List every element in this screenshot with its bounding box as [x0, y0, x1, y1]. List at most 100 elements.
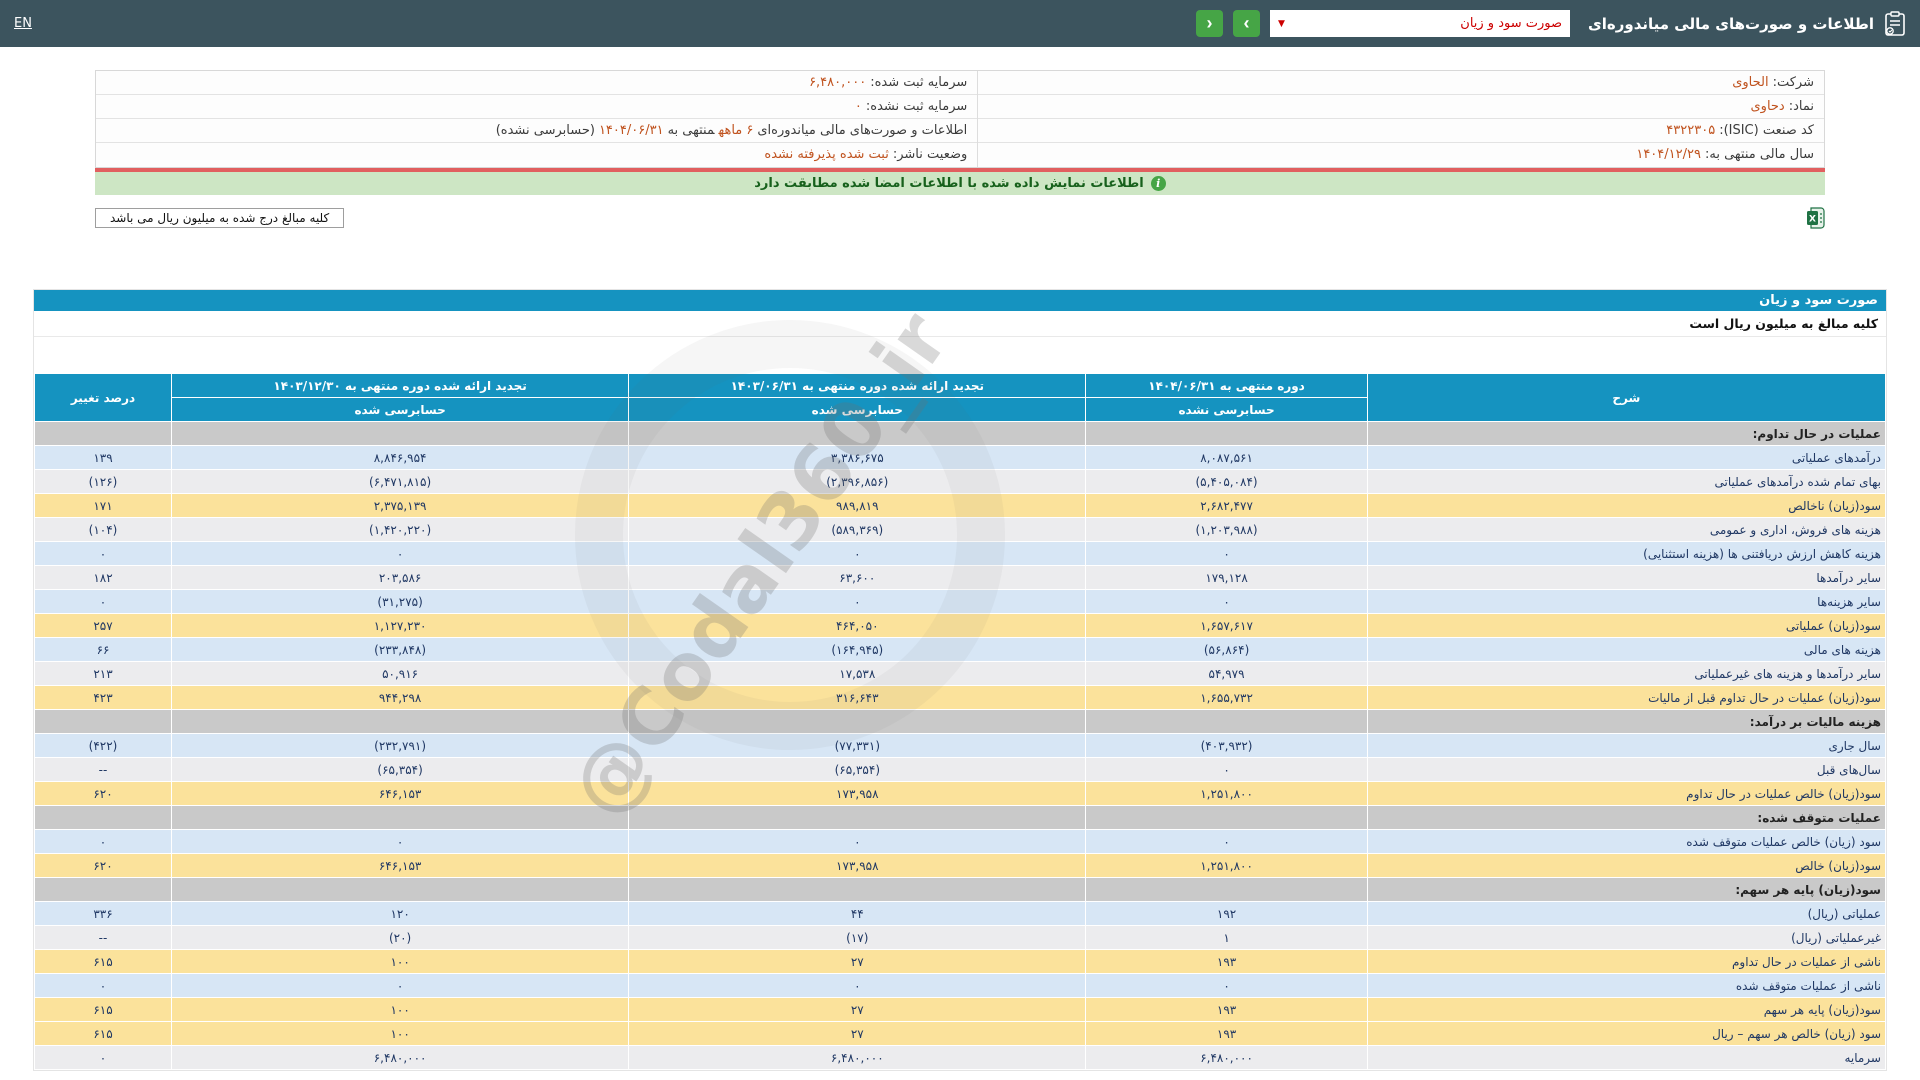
table-row: ناشی از عملیات در حال تداوم ۱۹۳ ۲۷ ۱۰۰ ۶۱۵	[33, 949, 1887, 974]
value-cell: ۱۹۳	[1085, 1021, 1368, 1046]
row-description-cell: هزینه کاهش ارزش دریافتنی ها (هزینه استثن…	[1366, 541, 1887, 566]
column-header-change-percent: درصد تغییر	[33, 373, 173, 422]
income-statement-panel: صورت سود و زیان کلیه مبالغ به میلیون ریا…	[33, 289, 1887, 1071]
amounts-unit-note: کلیه مبالغ درج شده به میلیون ریال می باش…	[95, 208, 345, 228]
value-cell: ۴۶۴,۰۵۰	[628, 613, 1087, 638]
value-cell: (۲۳۳,۸۴۸)	[171, 637, 630, 662]
value-cell: ۲۷	[628, 949, 1087, 974]
language-toggle-en[interactable]: EN	[14, 16, 32, 31]
value-cell: ۶۱۵	[33, 1021, 173, 1046]
value-cell	[1085, 421, 1368, 446]
company-info-section: شرکت:الحاوی نماد:دحاوی کد صنعت (ISIC):۴۳۲۲…	[95, 70, 1825, 229]
table-gap	[34, 337, 1886, 373]
value-cell: (۲۰)	[171, 925, 630, 950]
previous-statement-button[interactable]: ‹	[1196, 10, 1224, 37]
row-description-cell: سایر درآمدها و هزینه های غیرعملیاتی	[1366, 661, 1887, 686]
row-description-cell: سود (زیان) خالص هر سهم – ریال	[1366, 1021, 1887, 1046]
value-cell: ۰	[33, 541, 173, 566]
row-description-cell: عملیاتی (ریال)	[1366, 901, 1887, 926]
row-description-cell: عملیات در حال تداوم:	[1366, 421, 1887, 446]
value-cell: ۴۲۳	[33, 685, 173, 710]
value-cell: (۶,۴۷۱,۸۱۵)	[171, 469, 630, 494]
value-cell: ۱۲۰	[171, 901, 630, 926]
row-description-cell: سود(زیان) عملیاتی	[1366, 613, 1887, 638]
section-row: عملیات در حال تداوم:	[33, 421, 1887, 446]
value-cell: ۶۲۰	[33, 781, 173, 806]
value-cell: ۰	[33, 973, 173, 998]
value-cell: ۱۹۳	[1085, 997, 1368, 1022]
value-cell: ۶۴۶,۱۵۳	[171, 781, 630, 806]
statement-unit-note: کلیه مبالغ به میلیون ریال است	[34, 311, 1886, 337]
value-cell: ۶۱۵	[33, 949, 173, 974]
value-cell	[33, 709, 173, 734]
table-row: ناشی از عملیات متوقف شده ۰ ۰ ۰ ۰	[33, 973, 1887, 998]
table-row: سود(زیان) خالص ۱,۲۵۱,۸۰۰ ۱۷۳,۹۵۸ ۶۴۶,۱۵۳ ۶۲۰	[33, 853, 1887, 878]
row-description-cell: سود(زیان) خالص عملیات در حال تداوم	[1366, 781, 1887, 806]
unit-note-row: X کلیه مبالغ درج شده به میلیون ریال می ب…	[95, 207, 1825, 229]
value-cell: ۶,۴۸۰,۰۰۰	[628, 1045, 1087, 1070]
value-cell: ۶,۴۸۰,۰۰۰	[171, 1045, 630, 1070]
value-cell: ۱	[1085, 925, 1368, 950]
value-cell	[1085, 805, 1368, 830]
value-cell: ۰	[628, 829, 1087, 854]
section-row: عملیات متوقف شده:	[33, 805, 1887, 830]
column-header-description: شرح	[1366, 373, 1887, 422]
value-cell: ۵۰,۹۱۶	[171, 661, 630, 686]
next-statement-button[interactable]: ›	[1233, 10, 1261, 37]
row-description-cell: هزینه های مالی	[1366, 637, 1887, 662]
company-info-row: وضعیت ناشر:ثبت شده پذیرفته نشده	[96, 143, 978, 167]
value-cell: ۰	[171, 973, 630, 998]
row-description-cell: سود(زیان) خالص	[1366, 853, 1887, 878]
row-description-cell: ناشی از عملیات در حال تداوم	[1366, 949, 1887, 974]
value-cell: ۰	[171, 829, 630, 854]
chevron-down-icon: ▼	[1278, 18, 1285, 29]
value-cell: ۲,۳۷۵,۱۳۹	[171, 493, 630, 518]
value-cell: ۶۶	[33, 637, 173, 662]
value-cell: ۲۷	[628, 1021, 1087, 1046]
value-cell: (۵۸۹,۳۶۹)	[628, 517, 1087, 542]
table-row: هزینه کاهش ارزش دریافتنی ها (هزینه استثن…	[33, 541, 1887, 566]
value-cell: (۵۶,۸۶۴)	[1085, 637, 1368, 662]
row-description-cell: ناشی از عملیات متوقف شده	[1366, 973, 1887, 998]
value-cell: ۰	[1085, 973, 1368, 998]
company-info-left-column: سرمایه ثبت شده:۶,۴۸۰,۰۰۰ سرمایه ثبت نشده:…	[96, 71, 978, 167]
value-cell: (۵,۴۰۵,۰۸۴)	[1085, 469, 1368, 494]
value-cell: ۹۴۴,۲۹۸	[171, 685, 630, 710]
table-row: سود(زیان) عملیاتی ۱,۶۵۷,۶۱۷ ۴۶۴,۰۵۰ ۱,۱۲۷,۲…	[33, 613, 1887, 638]
table-row: غیرعملیاتی (ریال) ۱ (۱۷) (۲۰) --	[33, 925, 1887, 950]
statement-type-dropdown[interactable]: صورت سود و زیان ▼	[1270, 10, 1571, 37]
value-cell: ۴۴	[628, 901, 1087, 926]
value-cell: ۱۹۳	[1085, 949, 1368, 974]
table-row: سود (زیان) خالص هر سهم – ریال ۱۹۳ ۲۷ ۱۰۰ ۶۱۵	[33, 1021, 1887, 1046]
excel-export-icon[interactable]: X	[1806, 207, 1825, 229]
row-description-cell: سال جاری	[1366, 733, 1887, 758]
column-header-restated-prior-period: تجدید ارائه شده دوره منتهی به ۱۴۰۳/۰۶/۳۱	[628, 373, 1087, 398]
row-description-cell: عملیات متوقف شده:	[1366, 805, 1887, 830]
income-statement-table: شرح دوره منتهی به ۱۴۰۴/۰۶/۳۱ تجدید ارائه…	[33, 373, 1887, 1070]
value-cell	[33, 805, 173, 830]
value-cell: (۱۲۶)	[33, 469, 173, 494]
value-cell	[171, 877, 630, 902]
audit-status-current: حسابرسی نشده	[1085, 397, 1368, 422]
row-description-cell: بهای تمام شده درآمدهای عملیاتی	[1366, 469, 1887, 494]
company-info-row: شرکت:الحاوی	[978, 71, 1824, 95]
section-row: سود(زیان) پایه هر سهم:	[33, 877, 1887, 902]
value-cell: ۲,۶۸۲,۴۷۷	[1085, 493, 1368, 518]
value-cell: (۳۱,۲۷۵)	[171, 589, 630, 614]
value-cell: ۵۴,۹۷۹	[1085, 661, 1368, 686]
signature-match-notice: i اطلاعات نمایش داده شده با اطلاعات امضا…	[95, 172, 1825, 195]
row-description-cell: سایر درآمدها	[1366, 565, 1887, 590]
value-cell	[33, 877, 173, 902]
value-cell: ۰	[628, 973, 1087, 998]
svg-text:X: X	[1809, 215, 1816, 225]
table-row: سال جاری (۴۰۳,۹۳۲) (۷۷,۳۳۱) (۲۳۲,۷۹۱) (۴۲۲)	[33, 733, 1887, 758]
table-row: هزینه های مالی (۵۶,۸۶۴) (۱۶۴,۹۴۵) (۲۳۳,۸۴۸)…	[33, 637, 1887, 662]
value-cell: ۳۳۶	[33, 901, 173, 926]
value-cell: ۲۵۷	[33, 613, 173, 638]
value-cell: (۱,۲۰۳,۹۸۸)	[1085, 517, 1368, 542]
value-cell: ۶۱۵	[33, 997, 173, 1022]
value-cell: ۱۷۱	[33, 493, 173, 518]
value-cell: ۱۷۹,۱۲۸	[1085, 565, 1368, 590]
value-cell: ۱۰۰	[171, 997, 630, 1022]
value-cell: (۲,۳۹۶,۸۵۶)	[628, 469, 1087, 494]
